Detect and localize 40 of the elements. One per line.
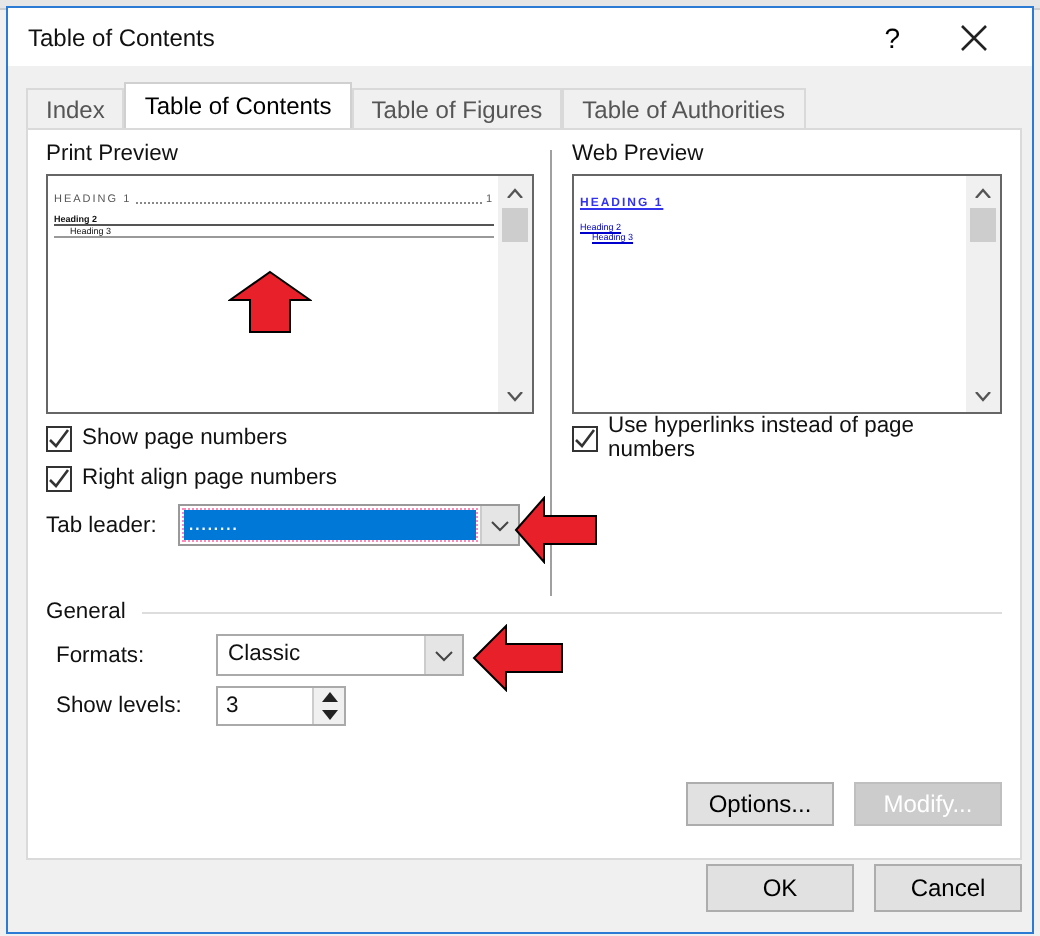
group-title: General — [46, 600, 126, 624]
arrow-icon — [514, 496, 598, 564]
scroll-up-icon[interactable] — [974, 187, 992, 197]
field-label: Formats: — [56, 643, 147, 667]
formats-dropdown[interactable]: Classic — [216, 634, 464, 676]
section-label: Web Preview — [572, 142, 706, 166]
close-icon[interactable] — [960, 23, 988, 51]
field-label: Tab leader: — [46, 513, 159, 537]
help-button[interactable]: ? — [884, 21, 900, 53]
checkbox[interactable] — [572, 425, 598, 451]
scroll-down-icon[interactable] — [506, 391, 524, 401]
levels-spinner[interactable]: 3 — [216, 686, 346, 726]
scroll-thumb[interactable] — [502, 208, 528, 242]
scrollbar[interactable] — [966, 176, 1000, 412]
tab[interactable]: Index — [26, 88, 125, 128]
arrow-icon — [228, 270, 312, 334]
tab[interactable]: Table of Contents — [124, 82, 352, 128]
checkbox-label: Right align page numbers — [82, 466, 337, 490]
arrow-icon — [472, 624, 564, 692]
field-label: Show levels: — [56, 694, 184, 718]
dialog-button[interactable]: Cancel — [874, 864, 1022, 912]
spin-down-icon[interactable] — [321, 710, 337, 720]
scroll-down-icon[interactable] — [974, 391, 992, 401]
scroll-thumb[interactable] — [970, 208, 996, 242]
tab[interactable]: Table of Figures — [351, 88, 563, 128]
spin-up-icon[interactable] — [321, 692, 337, 702]
chevron-down-icon[interactable] — [490, 519, 510, 531]
tab[interactable]: Table of Authorities — [562, 88, 806, 128]
checkbox[interactable] — [46, 425, 72, 451]
checkbox-label: Use hyperlinks instead of page numbers — [608, 414, 916, 462]
scrollbar[interactable] — [498, 176, 532, 412]
dialog-button[interactable]: OK — [706, 864, 854, 912]
window-title: Table of Contents — [28, 23, 217, 51]
section-label: Print Preview — [46, 142, 180, 166]
chevron-down-icon[interactable] — [434, 649, 454, 661]
checkbox[interactable] — [46, 465, 72, 491]
checkbox-label: Show page numbers — [82, 426, 288, 450]
tab-leader-dropdown[interactable]: ........ — [178, 504, 520, 546]
scroll-up-icon[interactable] — [506, 187, 524, 197]
dialog-button[interactable]: Options... — [686, 782, 834, 826]
